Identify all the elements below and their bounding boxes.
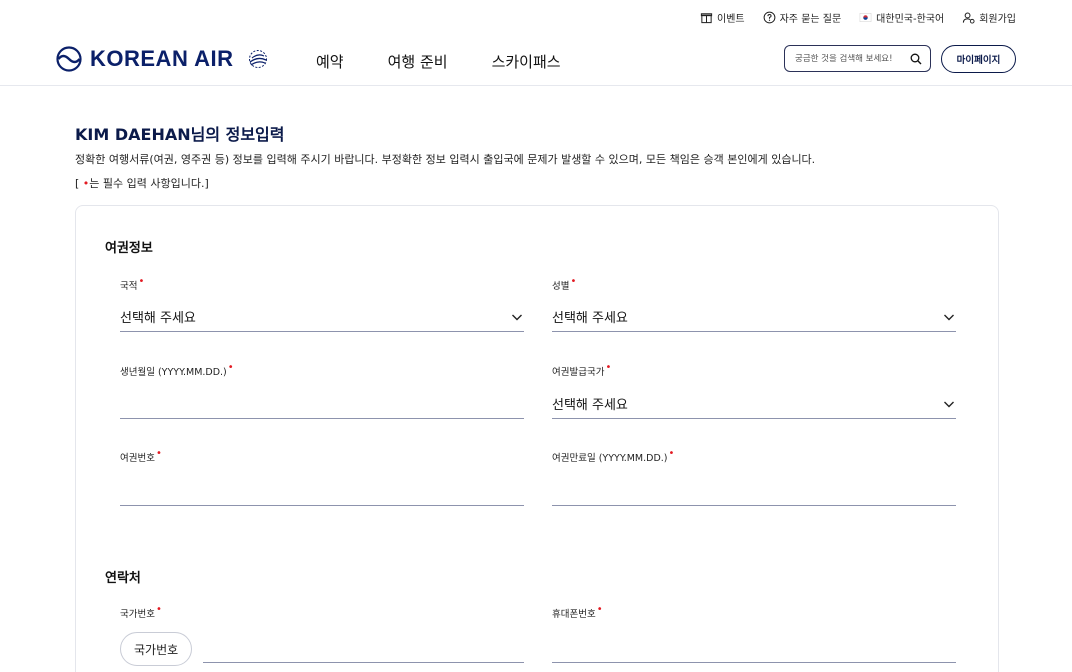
expiry-date-field[interactable] bbox=[552, 476, 956, 506]
birthdate-input[interactable] bbox=[120, 389, 524, 418]
signup-link[interactable]: 회원가입 bbox=[962, 10, 1016, 25]
search-box bbox=[784, 45, 931, 72]
passport-number-field[interactable] bbox=[120, 476, 524, 506]
help-circle-icon bbox=[763, 11, 776, 23]
faq-label: 자주 묻는 질문 bbox=[779, 13, 842, 25]
passport-number-label-text: 여권번호 bbox=[120, 453, 155, 464]
gender-select[interactable]: 선택해 주세요 bbox=[552, 302, 956, 332]
locale-label: 대한민국-한국어 bbox=[876, 13, 945, 25]
country-code-label-text: 국가번호 bbox=[120, 609, 155, 620]
chevron-down-icon bbox=[944, 314, 954, 320]
birthdate-label-text: 생년월일 (YYYY.MM.DD.) bbox=[120, 367, 227, 378]
utility-bar: 이벤트 자주 묻는 질문 대한민국-한국어 회원가입 bbox=[700, 8, 1016, 26]
mobile-label-text: 휴대폰번호 bbox=[552, 609, 596, 620]
page-description: 정확한 여행서류(여권, 영주권 등) 정보를 입력해 주시기 바랍니다. 부정… bbox=[75, 153, 816, 166]
birthdate-label: 생년월일 (YYYY.MM.DD.)• bbox=[120, 362, 234, 378]
country-code-input[interactable] bbox=[203, 633, 524, 662]
gender-label-text: 성별 bbox=[552, 281, 570, 292]
expiry-date-label: 여권만료일 (YYYY.MM.DD.)• bbox=[552, 448, 675, 464]
korean-air-logo[interactable]: KOREAN AIR bbox=[56, 46, 270, 72]
page-title: KIM DAEHAN님의 정보입력 bbox=[75, 125, 285, 144]
issuing-country-label: 여권발급국가• bbox=[552, 362, 612, 378]
nationality-label: 국적• bbox=[120, 276, 145, 292]
event-label: 이벤트 bbox=[717, 13, 745, 25]
nationality-value: 선택해 주세요 bbox=[120, 311, 196, 326]
required-note-prefix: [ bbox=[75, 177, 83, 190]
contact-section-title: 연락처 bbox=[105, 571, 141, 586]
passport-section-title: 여권정보 bbox=[105, 241, 153, 256]
search-icon[interactable] bbox=[910, 53, 922, 65]
passport-number-label: 여권번호• bbox=[120, 448, 162, 464]
chevron-down-icon bbox=[944, 401, 954, 407]
nav-item-booking[interactable]: 예약 bbox=[316, 51, 344, 72]
required-star: • bbox=[227, 362, 234, 373]
nav-item-travel-prep[interactable]: 여행 준비 bbox=[388, 51, 448, 72]
gender-value: 선택해 주세요 bbox=[552, 311, 628, 326]
required-star: • bbox=[155, 448, 162, 459]
event-link[interactable]: 이벤트 bbox=[700, 10, 745, 25]
gender-label: 성별• bbox=[552, 276, 577, 292]
birthdate-field[interactable] bbox=[120, 389, 524, 419]
signup-label: 회원가입 bbox=[979, 13, 1016, 25]
chevron-down-icon bbox=[512, 314, 522, 320]
required-note: [ •는 필수 입력 사항입니다.] bbox=[75, 175, 209, 191]
mobile-field[interactable] bbox=[552, 633, 956, 663]
issuing-country-value: 선택해 주세요 bbox=[552, 398, 628, 413]
mobile-label: 휴대폰번호• bbox=[552, 604, 603, 620]
taegeuk-logo-icon bbox=[56, 46, 82, 72]
required-note-text: 는 필수 입력 사항입니다.] bbox=[89, 177, 209, 190]
required-star: • bbox=[605, 362, 612, 373]
mobile-input[interactable] bbox=[552, 633, 956, 662]
search-input[interactable] bbox=[795, 53, 903, 64]
mypage-button[interactable]: 마이페이지 bbox=[941, 45, 1016, 73]
country-code-button[interactable]: 국가번호 bbox=[120, 632, 193, 666]
user-add-icon bbox=[963, 12, 975, 24]
main-nav: 예약 여행 준비 스카이패스 bbox=[316, 51, 561, 72]
country-code-field[interactable] bbox=[203, 633, 524, 663]
passenger-info-form: 여권정보 국적• 선택해 주세요 성별• 선택해 주세요 생년월일 (YYYY.… bbox=[75, 205, 999, 672]
required-star: • bbox=[570, 276, 577, 287]
required-star: • bbox=[138, 276, 145, 287]
gift-icon bbox=[700, 12, 713, 23]
nav-item-skypass[interactable]: 스카이패스 bbox=[492, 51, 561, 72]
required-star: • bbox=[668, 448, 675, 459]
main-header: KOREAN AIR 예약 여행 준비 스카이패스 마이페이지 bbox=[0, 38, 1072, 86]
expiry-date-label-text: 여권만료일 (YYYY.MM.DD.) bbox=[552, 453, 668, 464]
nationality-select[interactable]: 선택해 주세요 bbox=[120, 302, 524, 332]
required-star: • bbox=[596, 604, 603, 615]
korea-flag-icon bbox=[859, 12, 872, 22]
nationality-label-text: 국적 bbox=[120, 281, 138, 292]
locale-selector[interactable]: 대한민국-한국어 bbox=[859, 10, 944, 25]
logo-text: KOREAN AIR bbox=[90, 46, 234, 71]
country-code-label: 국가번호• bbox=[120, 604, 162, 620]
required-star: • bbox=[155, 604, 162, 615]
passport-number-input[interactable] bbox=[120, 476, 524, 505]
issuing-country-label-text: 여권발급국가 bbox=[552, 367, 605, 378]
skyteam-emblem-icon bbox=[248, 50, 267, 68]
faq-link[interactable]: 자주 묻는 질문 bbox=[763, 10, 842, 25]
expiry-date-input[interactable] bbox=[552, 476, 956, 505]
issuing-country-select[interactable]: 선택해 주세요 bbox=[552, 389, 956, 419]
